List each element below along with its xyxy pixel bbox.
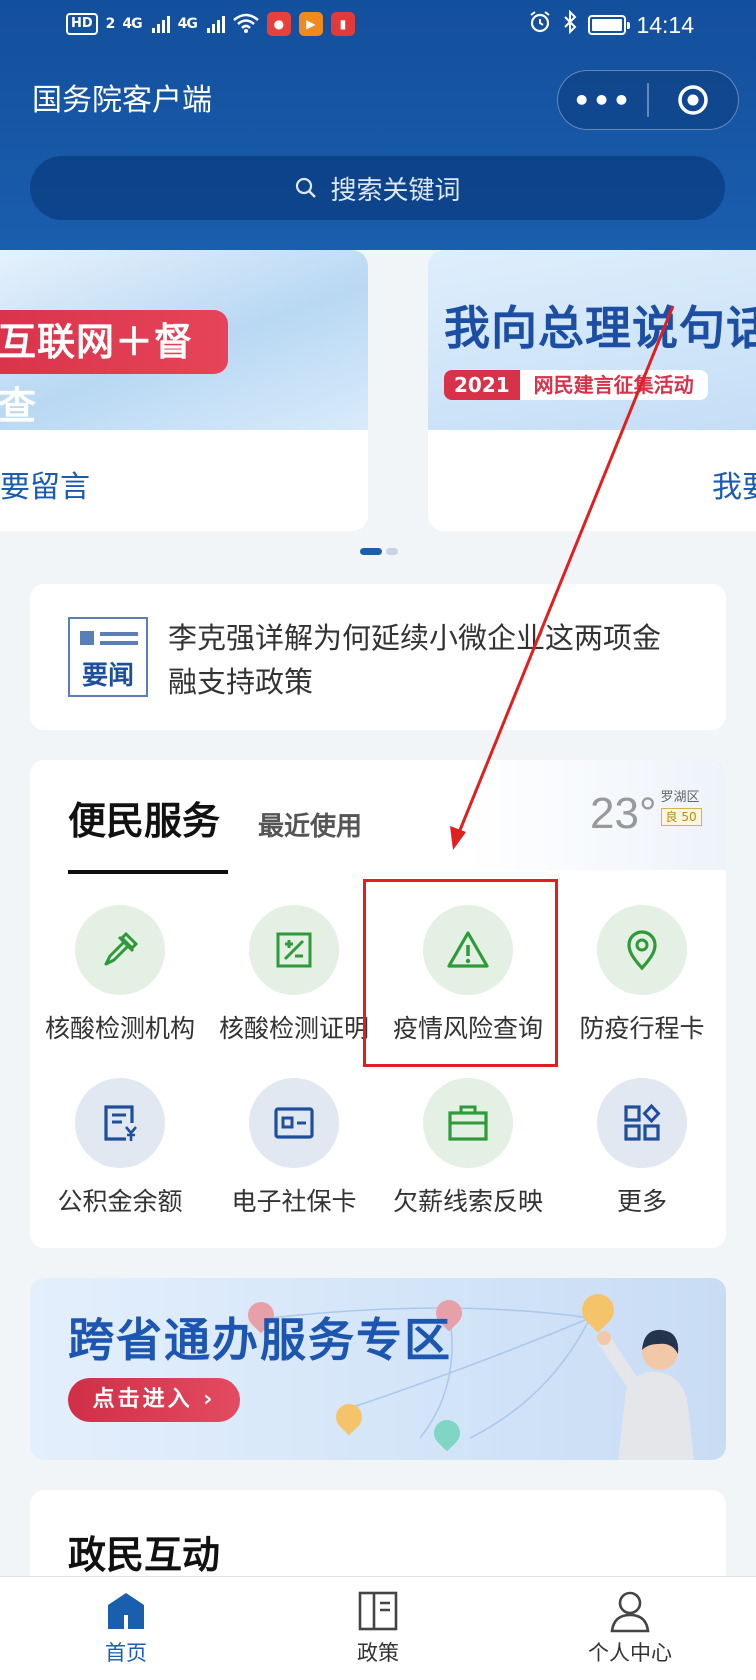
banner-year: 2021 [444,370,520,400]
news-icon-label: 要闻 [81,661,134,691]
status-bar: HD 2 4G 4G ● ▶ ▮ 14:14 [0,0,756,56]
banner-caption: 要留言 [0,470,90,505]
bluetooth-icon [562,9,578,40]
target-icon [678,85,709,115]
nav-label-policy: 政策 [357,1641,399,1665]
service-more[interactable]: 更多 [555,1078,726,1218]
air-quality-badge: 良 50 [660,808,702,826]
banner-premier-suggestion[interactable]: 我向总理说句话 2021 网民建言征集活动 我要 [428,250,756,531]
network-label-2: 4G [177,16,198,32]
id-card-icon [274,1107,314,1139]
service-wage-arrears-report[interactable]: 欠薪线索反映 [381,1078,555,1218]
news-headline[interactable]: 李克强详解为何延续小微企业这两项金融支持政策 [168,616,688,704]
news-card[interactable]: 要闻 李克强详解为何延续小微企业这两项金融支持政策 [30,584,726,730]
cross-province-title: 跨省通办服务专区 [68,1313,452,1367]
service-label: 更多 [616,1187,667,1216]
service-label: 电子社保卡 [231,1187,357,1216]
clock-time: 14:14 [636,11,694,38]
nav-profile[interactable]: 个人中心 [504,1577,756,1680]
fund-document-icon [104,1105,137,1141]
service-label: 核酸检测机构 [44,1014,195,1043]
search-icon [296,177,317,198]
tab-services[interactable]: 便民服务 [68,790,220,845]
service-label: 核酸检测证明 [218,1014,369,1043]
banner-tag: 2021 网民建言征集活动 [444,370,708,400]
battery-icon [588,15,631,35]
enter-button[interactable]: 点击进入 › [68,1378,240,1422]
carousel-dot [386,548,398,555]
search-input[interactable]: 搜索关键词 [30,156,725,220]
reader-app-icon: ▮ [330,12,355,36]
video-app-icon: ▶ [298,12,323,36]
home-icon [108,1593,144,1629]
nav-label-home: 首页 [105,1641,147,1665]
mini-program-capsule: ••• [557,70,739,130]
carousel-dot-active [360,548,382,555]
service-social-security-card[interactable]: 电子社保卡 [207,1078,381,1218]
certificate-icon [276,932,312,968]
annotation-highlight-box [363,879,558,1067]
dropper-icon [104,931,139,966]
nav-policy[interactable]: 政策 [252,1577,504,1680]
bottom-navigation: 首页 政策 个人中心 [0,1576,756,1680]
service-label: 公积金余额 [57,1187,183,1216]
service-nucleic-test-certificate[interactable]: 核酸检测证明 [207,905,381,1045]
wifi-icon [233,13,259,36]
service-nucleic-test-agency[interactable]: 核酸检测机构 [33,905,207,1045]
cross-province-banner[interactable]: 跨省通办服务专区 点击进入 › [30,1278,726,1460]
nav-label-profile: 个人中心 [588,1641,672,1665]
network-label-1: 4G [122,16,142,32]
service-travel-card[interactable]: 防疫行程卡 [555,905,726,1045]
service-label: 防疫行程卡 [579,1014,705,1043]
signal-icon-2 [206,15,225,33]
weather-widget[interactable]: 23° 罗湖区 良 50 [590,790,702,838]
district: 罗湖区 [660,790,700,805]
news-icon: 要闻 [68,617,148,697]
interaction-title: 政民互动 [68,1533,221,1577]
banner-internet-inspection[interactable]: 互联网＋督查 要留言 [0,250,368,531]
carousel-indicator [360,548,398,555]
signal-icon [151,15,170,33]
book-icon [358,1591,398,1631]
alarm-icon [528,10,552,40]
sim-slot: 2 [105,16,116,32]
service-housing-fund[interactable]: 公积金余额 [33,1078,207,1218]
temperature: 23° [590,789,657,838]
tab-active-indicator [68,870,228,874]
tab-recent[interactable]: 最近使用 [258,806,362,843]
more-options-button[interactable]: ••• [558,84,647,117]
banner-subtitle: 网民建言征集活动 [519,370,708,400]
app-notification-icon: ● [266,12,291,36]
person-illustration [597,1329,694,1460]
user-icon [610,1591,650,1633]
banner-title: 互联网＋督查 [0,310,228,428]
search-placeholder: 搜索关键词 [330,175,461,206]
banner-caption: 我要 [712,470,756,505]
grid-more-icon [624,1103,661,1141]
app-title: 国务院客户端 [32,83,212,118]
briefcase-icon [448,1105,488,1141]
nav-home[interactable]: 首页 [0,1577,252,1680]
close-miniprogram-button[interactable] [649,82,738,118]
hd-badge: HD [66,13,98,35]
service-label: 欠薪线索反映 [392,1187,543,1216]
location-pin-icon [627,930,657,971]
banner-title: 我向总理说句话 [444,301,756,355]
